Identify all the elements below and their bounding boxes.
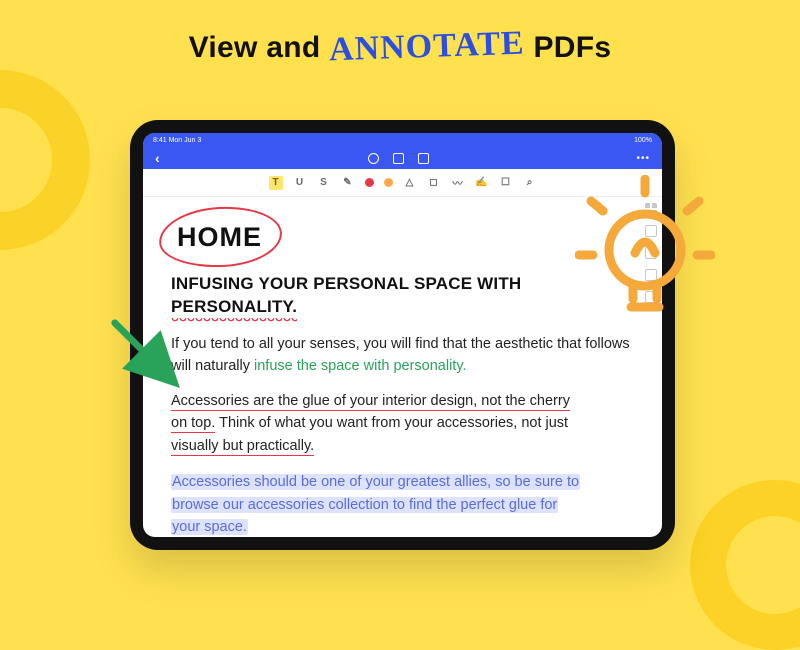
document-subheading: INFUSING YOUR PERSONAL SPACE WITH PERSON…: [171, 273, 634, 319]
stamp-icon[interactable]: ☐: [499, 176, 513, 190]
color-red-icon[interactable]: [365, 178, 374, 187]
shape-triangle-icon[interactable]: △: [403, 176, 417, 190]
shape-square-icon[interactable]: ◻: [427, 176, 441, 190]
navbar-center: [368, 153, 429, 164]
p2-line2b: Think of what you want from your accesso…: [215, 415, 568, 431]
background-ring-right: [690, 480, 800, 650]
search-icon[interactable]: ⌕: [523, 176, 537, 190]
color-orange-icon[interactable]: [384, 178, 393, 187]
signature-icon[interactable]: ✍: [475, 176, 489, 190]
pen-icon[interactable]: ✎: [341, 176, 355, 190]
strike-icon[interactable]: S: [317, 176, 331, 190]
document-title: HOME: [171, 215, 268, 261]
p3-line3-highlight: your space.: [171, 519, 248, 535]
status-time: 8:41 Mon Jun 3: [153, 137, 201, 144]
hero-headline: View and ANNOTATE PDFs: [0, 0, 800, 66]
subhead-line2: PERSONALITY.: [171, 297, 297, 316]
tablet-screen: 8:41 Mon Jun 3 100% ‹ ••• T U S ✎ △ ◻ 〰 …: [143, 133, 662, 537]
p3-line1-highlight: Accessories should be one of your greate…: [171, 474, 580, 490]
outline-icon[interactable]: [645, 247, 657, 259]
freehand-icon[interactable]: 〰: [451, 176, 465, 190]
p3-line2-highlight: browse our accessories collection to fin…: [171, 497, 558, 513]
status-battery: 100%: [634, 137, 652, 144]
hero-part2: PDFs: [533, 31, 611, 64]
notes-icon[interactable]: [645, 269, 657, 281]
save-icon[interactable]: [418, 153, 429, 164]
bookmark-icon[interactable]: [645, 225, 657, 237]
highlight-text-icon[interactable]: T: [269, 176, 283, 190]
more-button[interactable]: •••: [636, 153, 650, 164]
tablet-device: 8:41 Mon Jun 3 100% ‹ ••• T U S ✎ △ ◻ 〰 …: [130, 120, 675, 550]
background-ring-left: [0, 70, 90, 250]
underline-icon[interactable]: U: [293, 176, 307, 190]
status-bar: 8:41 Mon Jun 3 100%: [143, 133, 662, 147]
back-button[interactable]: ‹: [155, 150, 160, 166]
app-navbar: ‹ •••: [143, 147, 662, 169]
share-icon[interactable]: [645, 291, 657, 303]
side-tool-rail: [645, 203, 657, 303]
document-title-text: HOME: [177, 222, 262, 252]
paragraph-3: Accessories should be one of your greate…: [171, 471, 634, 537]
thumbnails-icon[interactable]: [645, 203, 657, 215]
annotation-toolbar: T U S ✎ △ ◻ 〰 ✍ ☐ ⌕: [143, 169, 662, 197]
squiggle-annotation: PERSONALITY.: [171, 296, 297, 319]
document-content: HOME INFUSING YOUR PERSONAL SPACE WITH P…: [143, 197, 662, 537]
p2-line1-underline: Accessories are the glue of your interio…: [171, 393, 570, 411]
subhead-line1: INFUSING YOUR PERSONAL SPACE WITH: [171, 274, 521, 293]
p2-line2a-underline: on top.: [171, 415, 215, 433]
hero-annotate-word: ANNOTATE: [329, 25, 526, 70]
p1-green-annotation: infuse the space with personality.: [254, 358, 467, 374]
paragraph-2: Accessories are the glue of your interio…: [171, 390, 634, 457]
paragraph-1: If you tend to all your senses, you will…: [171, 333, 634, 378]
text-mode-icon[interactable]: [393, 153, 404, 164]
cloud-icon[interactable]: [368, 153, 379, 164]
p2-line3-underline: visually but practically.: [171, 438, 314, 456]
hero-part1: View and: [189, 31, 330, 64]
